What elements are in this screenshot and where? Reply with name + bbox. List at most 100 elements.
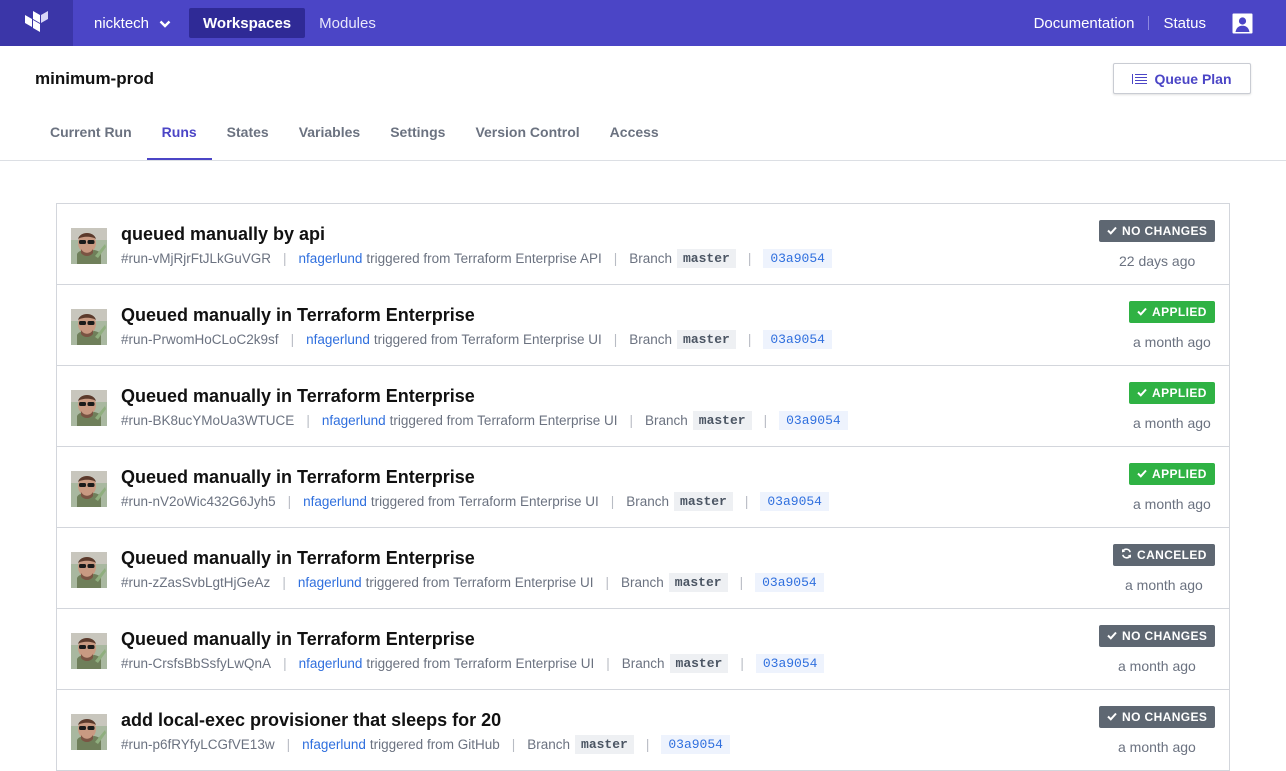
check-icon bbox=[1107, 629, 1117, 643]
run-meta: #run-PrwomHoCLoC2k9sf | nfagerlund trigg… bbox=[121, 329, 832, 349]
run-trigger: triggered from Terraform Enterprise UI bbox=[365, 574, 594, 590]
avatar bbox=[71, 228, 107, 264]
meta-separator: | bbox=[283, 655, 287, 671]
meta-separator: | bbox=[286, 736, 291, 752]
avatar bbox=[71, 633, 107, 669]
run-id: #run-zZasSvbLgtHjGeAz bbox=[121, 574, 271, 590]
run-meta: #run-CrsfsBbSsfyLwQnA | nfagerlund trigg… bbox=[121, 653, 825, 673]
run-trigger: triggered from Terraform Enterprise UI bbox=[366, 655, 595, 671]
avatar bbox=[71, 714, 107, 750]
status-badge: APPLIED bbox=[1129, 301, 1215, 323]
run-timestamp: a month ago bbox=[1118, 739, 1196, 755]
meta-separator: | bbox=[283, 250, 287, 266]
org-switcher[interactable]: nicktech bbox=[94, 15, 171, 32]
run-row[interactable]: Queued manually in Terraform Enterprise … bbox=[57, 447, 1229, 528]
meta-separator: | bbox=[739, 574, 744, 590]
run-row[interactable]: Queued manually in Terraform Enterprise … bbox=[57, 609, 1229, 690]
status-badge: NO CHANGES bbox=[1099, 625, 1216, 647]
commit-sha-link[interactable]: 03a9054 bbox=[661, 734, 730, 754]
branch-label: Branch bbox=[629, 250, 672, 266]
org-name: nicktech bbox=[94, 14, 150, 32]
check-icon bbox=[1137, 386, 1147, 400]
run-title[interactable]: queued manually by api bbox=[121, 224, 325, 245]
chevron-down-icon bbox=[159, 20, 171, 28]
meta-separator: | bbox=[282, 574, 286, 590]
run-title[interactable]: Queued manually in Terraform Enterprise bbox=[121, 629, 475, 650]
run-title[interactable]: Queued manually in Terraform Enterprise bbox=[121, 467, 475, 488]
run-row[interactable]: add local-exec provisioner that sleeps f… bbox=[57, 690, 1229, 771]
run-user-link[interactable]: nfagerlund bbox=[322, 413, 386, 428]
nav-workspaces[interactable]: Workspaces bbox=[189, 8, 306, 38]
commit-sha-link[interactable]: 03a9054 bbox=[760, 491, 829, 511]
run-user-link[interactable]: nfagerlund bbox=[298, 575, 362, 590]
run-timestamp: a month ago bbox=[1133, 496, 1211, 512]
branch-label: Branch bbox=[620, 574, 664, 590]
run-row[interactable]: Queued manually in Terraform Enterprise … bbox=[57, 285, 1229, 366]
run-user-link[interactable]: nfagerlund bbox=[306, 332, 370, 347]
status-badge: NO CHANGES bbox=[1099, 220, 1216, 242]
run-title[interactable]: Queued manually in Terraform Enterprise bbox=[121, 305, 475, 326]
nav-status[interactable]: Status bbox=[1149, 8, 1220, 38]
branch-name: master bbox=[692, 410, 752, 430]
commit-sha-link[interactable]: 03a9054 bbox=[763, 329, 832, 349]
meta-separator: | bbox=[629, 412, 633, 428]
user-account-icon[interactable] bbox=[1232, 13, 1253, 34]
refresh-icon bbox=[1121, 548, 1132, 562]
terraform-logo-icon bbox=[24, 11, 48, 32]
commit-sha-link[interactable]: 03a9054 bbox=[755, 572, 824, 592]
run-meta: #run-vMjRjrFtJLkGuVGR | nfagerlund trigg… bbox=[121, 248, 832, 268]
tab-settings[interactable]: Settings bbox=[375, 112, 460, 160]
run-title[interactable]: Queued manually in Terraform Enterprise bbox=[121, 386, 475, 407]
nav-modules[interactable]: Modules bbox=[305, 8, 390, 38]
branch-name: master bbox=[677, 248, 736, 268]
run-trigger: triggered from Terraform Enterprise API bbox=[366, 250, 602, 266]
run-user-link[interactable]: nfagerlund bbox=[299, 251, 363, 266]
run-user-link[interactable]: nfagerlund bbox=[303, 494, 367, 509]
nav-documentation[interactable]: Documentation bbox=[1020, 8, 1149, 38]
meta-separator: | bbox=[763, 412, 768, 428]
tab-access[interactable]: Access bbox=[595, 112, 674, 160]
tab-states[interactable]: States bbox=[212, 112, 284, 160]
meta-separator: | bbox=[606, 655, 610, 671]
run-meta: #run-p6fRYfyLCGfVE13w | nfagerlund trigg… bbox=[121, 734, 730, 754]
run-meta: #run-nV2oWic432G6Jyh5 | nfagerlund trigg… bbox=[121, 491, 829, 511]
list-icon bbox=[1132, 73, 1148, 84]
run-timestamp: 22 days ago bbox=[1119, 253, 1196, 269]
run-id: #run-CrsfsBbSsfyLwQnA bbox=[121, 655, 272, 671]
run-title[interactable]: add local-exec provisioner that sleeps f… bbox=[121, 710, 501, 731]
logo-link[interactable] bbox=[0, 0, 73, 46]
commit-sha-link[interactable]: 03a9054 bbox=[763, 248, 832, 268]
run-user-link[interactable]: nfagerlund bbox=[302, 737, 366, 752]
top-nav: nicktech Workspaces Modules Documentatio… bbox=[0, 0, 1286, 46]
run-id: #run-nV2oWic432G6Jyh5 bbox=[121, 493, 276, 509]
tab-current-run[interactable]: Current Run bbox=[35, 112, 147, 160]
tab-runs[interactable]: Runs bbox=[146, 112, 212, 160]
status-label: NO CHANGES bbox=[1122, 224, 1208, 238]
tab-variables[interactable]: Variables bbox=[284, 112, 376, 160]
run-id: #run-PrwomHoCLoC2k9sf bbox=[121, 331, 279, 347]
run-row[interactable]: Queued manually in Terraform Enterprise … bbox=[57, 366, 1229, 447]
run-timestamp: a month ago bbox=[1133, 415, 1211, 431]
commit-sha-link[interactable]: 03a9054 bbox=[779, 410, 848, 430]
tabs-divider bbox=[0, 160, 1286, 161]
runs-list: queued manually by api #run-vMjRjrFtJLkG… bbox=[56, 203, 1230, 771]
run-row[interactable]: Queued manually in Terraform Enterprise … bbox=[57, 528, 1229, 609]
run-row[interactable]: queued manually by api #run-vMjRjrFtJLkG… bbox=[57, 204, 1229, 285]
status-badge: NO CHANGES bbox=[1099, 706, 1216, 728]
queue-plan-button[interactable]: Queue Plan bbox=[1113, 63, 1251, 94]
tab-version-control[interactable]: Version Control bbox=[460, 112, 594, 160]
avatar bbox=[71, 552, 107, 588]
commit-sha-link[interactable]: 03a9054 bbox=[755, 653, 825, 673]
run-title[interactable]: Queued manually in Terraform Enterprise bbox=[121, 548, 475, 569]
run-meta: #run-zZasSvbLgtHjGeAz | nfagerlund trigg… bbox=[121, 572, 824, 592]
run-timestamp: a month ago bbox=[1125, 577, 1203, 593]
run-trigger: triggered from Terraform Enterprise UI bbox=[389, 412, 618, 428]
run-trigger: triggered from Terraform Enterprise UI bbox=[373, 331, 602, 347]
meta-separator: | bbox=[605, 574, 609, 590]
queue-plan-label: Queue Plan bbox=[1154, 70, 1232, 87]
branch-name: master bbox=[575, 734, 634, 754]
workspace-tabs: Current Run Runs States Variables Settin… bbox=[35, 112, 674, 160]
run-user-link[interactable]: nfagerlund bbox=[299, 656, 363, 671]
branch-label: Branch bbox=[527, 736, 571, 752]
avatar bbox=[71, 390, 107, 426]
